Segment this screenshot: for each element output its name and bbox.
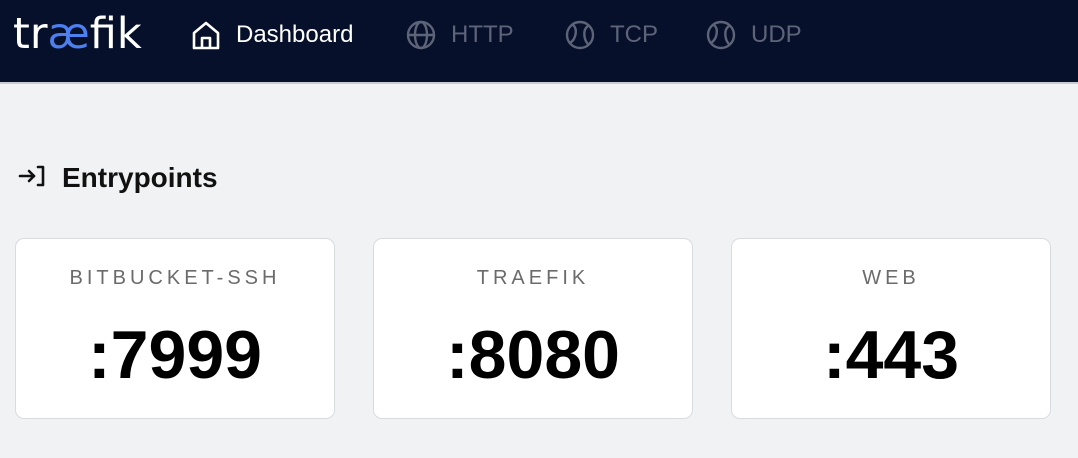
nav-tcp[interactable]: TCP	[564, 17, 658, 53]
section-header-entrypoints: Entrypoints	[18, 160, 218, 196]
entrypoint-name: BITBUCKET-SSH	[69, 267, 281, 289]
globe-icon	[405, 19, 437, 51]
traefik-logo[interactable]: træfik	[13, 10, 142, 58]
entrypoint-card-traefik[interactable]: TRAEFIK :8080	[373, 238, 693, 419]
nav-dashboard[interactable]: Dashboard	[190, 17, 353, 53]
logo-text-accent: æ	[47, 9, 90, 59]
nav-http-label: HTTP	[451, 21, 514, 48]
entrypoint-name: WEB	[862, 267, 920, 289]
logo-text-suffix: fik	[89, 9, 142, 59]
nav-udp[interactable]: UDP	[705, 17, 802, 53]
home-icon	[190, 19, 222, 51]
login-arrow-icon	[18, 164, 46, 193]
top-navbar: træfik Dashboard HTTP TCP UDP	[0, 0, 1078, 84]
entrypoint-card-web[interactable]: WEB :443	[731, 238, 1051, 419]
network-ball-icon	[564, 19, 596, 51]
entrypoint-name: TRAEFIK	[476, 267, 590, 289]
entrypoint-port: :443	[822, 317, 960, 393]
nav-dashboard-label: Dashboard	[236, 21, 354, 48]
network-ball-icon	[705, 19, 737, 51]
nav-udp-label: UDP	[751, 21, 802, 48]
section-title: Entrypoints	[62, 162, 218, 193]
entrypoint-card-bitbucket-ssh[interactable]: BITBUCKET-SSH :7999	[15, 238, 335, 419]
nav-http[interactable]: HTTP	[405, 17, 514, 53]
logo-text-prefix: tr	[13, 9, 48, 59]
entrypoint-port: :7999	[88, 317, 262, 393]
nav-tcp-label: TCP	[610, 21, 658, 48]
entrypoint-port: :8080	[446, 317, 620, 393]
